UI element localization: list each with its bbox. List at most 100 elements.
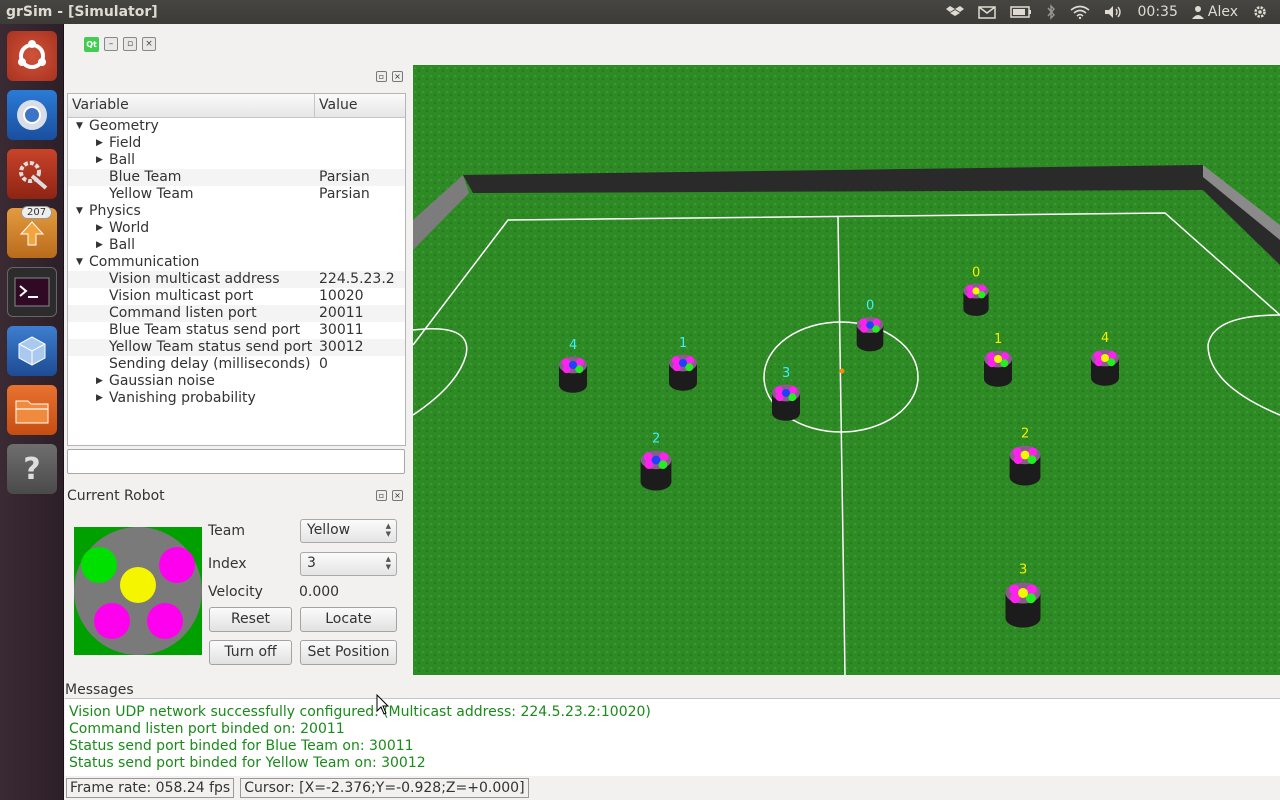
blue-robot-id-label: 2: [652, 432, 660, 447]
tree-row[interactable]: ▶ Vanishing probability: [68, 390, 405, 407]
virtualbox-icon[interactable]: [7, 326, 57, 376]
close-dock-icon[interactable]: ×: [392, 490, 403, 501]
tree-row-label: Blue Team status send port: [109, 322, 301, 338]
current-robot-title: Current Robot: [67, 488, 165, 504]
tree-row-label: Gaussian noise: [109, 373, 215, 389]
tree-row-label: Vision multicast port: [109, 288, 254, 304]
reset-button[interactable]: Reset: [209, 607, 292, 632]
indicator-area: 00:35 Alex: [945, 4, 1280, 20]
grass-field: [413, 65, 1280, 675]
user-menu[interactable]: Alex: [1191, 4, 1238, 20]
tree-row[interactable]: ▶ World: [68, 220, 405, 237]
qt-logo-icon: Qt: [84, 37, 99, 52]
tree-row-value: [315, 220, 319, 237]
tree-row[interactable]: Vision multicast address 224.5.23.2: [68, 271, 405, 288]
battery-icon[interactable]: [1009, 6, 1032, 18]
tree-rows: ▼ Geometry ▶ Field ▶ Ball Blue Team Parsian Yell…: [68, 118, 405, 407]
system-settings-icon[interactable]: [7, 149, 57, 199]
spin-arrows-icon: ▲ ▼: [385, 555, 391, 571]
mail-icon[interactable]: [977, 5, 996, 19]
set-position-button[interactable]: Set Position: [300, 640, 397, 665]
tree-row[interactable]: Command listen port 20011: [68, 305, 405, 322]
user-icon: [1191, 6, 1204, 19]
tree-row[interactable]: ▼ Physics: [68, 203, 405, 220]
help-icon[interactable]: ?: [7, 444, 57, 494]
yellow-robot-id-label: 0: [972, 265, 980, 280]
collapsed-arrow-icon[interactable]: ▶: [96, 152, 103, 169]
tree-row[interactable]: ▶ Gaussian noise: [68, 373, 405, 390]
tree-row[interactable]: ▶ Ball: [68, 152, 405, 169]
tree-row-label: Command listen port: [109, 305, 257, 321]
value-column-header[interactable]: Value: [315, 94, 361, 117]
blue-robot-id-label: 3: [782, 366, 790, 381]
messages-title: Messages: [65, 682, 134, 698]
float-dock-icon[interactable]: ▫: [376, 71, 387, 82]
velocity-value: 0.000: [299, 584, 340, 600]
tree-row[interactable]: ▼ Geometry: [68, 118, 405, 135]
index-spinbox-value: 3: [307, 555, 316, 571]
tree-row[interactable]: Blue Team status send port 30011: [68, 322, 405, 339]
tree-row-value: 30012: [319, 339, 364, 355]
tree-row[interactable]: Sending delay (milliseconds) 0: [68, 356, 405, 373]
team-select-value: Yellow: [307, 522, 351, 538]
launcher: 207 ?: [0, 24, 64, 800]
expanded-arrow-icon[interactable]: ▼: [76, 118, 83, 135]
turn-off-button[interactable]: Turn off: [209, 640, 292, 665]
dropbox-icon[interactable]: [945, 5, 964, 19]
bluetooth-icon[interactable]: [1046, 4, 1056, 20]
frame-rate-label: Frame rate: 058.24 fps: [66, 778, 235, 798]
tree-row[interactable]: Vision multicast port 10020: [68, 288, 405, 305]
wifi-icon[interactable]: [1070, 5, 1090, 19]
property-filter-input[interactable]: [67, 449, 405, 474]
ubuntu-dash-icon[interactable]: [7, 31, 57, 81]
expanded-arrow-icon[interactable]: ▼: [76, 203, 83, 220]
collapsed-arrow-icon[interactable]: ▶: [96, 237, 103, 254]
team-select[interactable]: Yellow ▲ ▼: [300, 519, 397, 543]
tree-row-label: Yellow Team status send port: [109, 339, 313, 355]
tree-row[interactable]: ▼ Communication: [68, 254, 405, 271]
tree-row-label: Ball: [109, 237, 135, 253]
minimize-icon[interactable]: –: [104, 37, 118, 51]
yellow-robot-id-label: 4: [1101, 331, 1109, 346]
blue-robot-id-label: 0: [866, 299, 874, 314]
collapsed-arrow-icon[interactable]: ▶: [96, 373, 103, 390]
collapsed-arrow-icon[interactable]: ▶: [96, 390, 103, 407]
simulator-3d-view[interactable]: 4 1 3 0 2 0 1 4 2 3: [413, 65, 1280, 675]
tree-row[interactable]: Yellow Team Parsian: [68, 186, 405, 203]
robot-pattern-preview: [74, 527, 202, 655]
close-icon[interactable]: ×: [142, 37, 156, 51]
restore-icon[interactable]: ▫: [123, 37, 137, 51]
close-dock-icon[interactable]: ×: [392, 71, 403, 82]
files-icon[interactable]: [7, 385, 57, 435]
robot-dock-controls: ▫ ×: [376, 490, 403, 501]
volume-icon[interactable]: [1104, 5, 1124, 19]
tree-row-value: 20011: [319, 305, 364, 321]
index-spinbox[interactable]: 3 ▲ ▼: [300, 552, 397, 576]
power-gear-icon[interactable]: [1252, 4, 1268, 20]
messages-panel[interactable]: Vision UDP network successfully configur…: [65, 698, 1280, 776]
variable-column-header[interactable]: Variable: [68, 94, 315, 117]
float-dock-icon[interactable]: ▫: [376, 490, 387, 501]
blue-robot-id-label: 1: [679, 336, 687, 351]
update-manager-icon[interactable]: 207: [7, 206, 57, 258]
tree-row[interactable]: Yellow Team status send port 30012: [68, 339, 405, 356]
tree-row[interactable]: ▶ Ball: [68, 237, 405, 254]
locate-button[interactable]: Locate: [300, 607, 397, 632]
mdi-toolbar: Qt – ▫ ×: [84, 37, 156, 52]
tree-row-value: [315, 152, 319, 169]
chromium-icon[interactable]: [7, 90, 57, 140]
blue-robot-id-label: 4: [569, 338, 577, 353]
spin-arrows-icon: ▲ ▼: [385, 522, 391, 538]
tree-row-value: [315, 203, 319, 220]
tree-row[interactable]: Blue Team Parsian: [68, 169, 405, 186]
tree-row-value: [315, 118, 319, 135]
cursor-position-label: Cursor: [X=-2.376;Y=-0.928;Z=+0.000]: [240, 778, 529, 798]
collapsed-arrow-icon[interactable]: ▶: [96, 135, 103, 152]
expanded-arrow-icon[interactable]: ▼: [76, 254, 83, 271]
robot-dot-magenta: [147, 603, 183, 639]
terminal-icon[interactable]: [7, 267, 57, 317]
mouse-cursor-icon: [376, 694, 390, 715]
tree-row[interactable]: ▶ Field: [68, 135, 405, 152]
clock-label[interactable]: 00:35: [1138, 4, 1178, 20]
collapsed-arrow-icon[interactable]: ▶: [96, 220, 103, 237]
